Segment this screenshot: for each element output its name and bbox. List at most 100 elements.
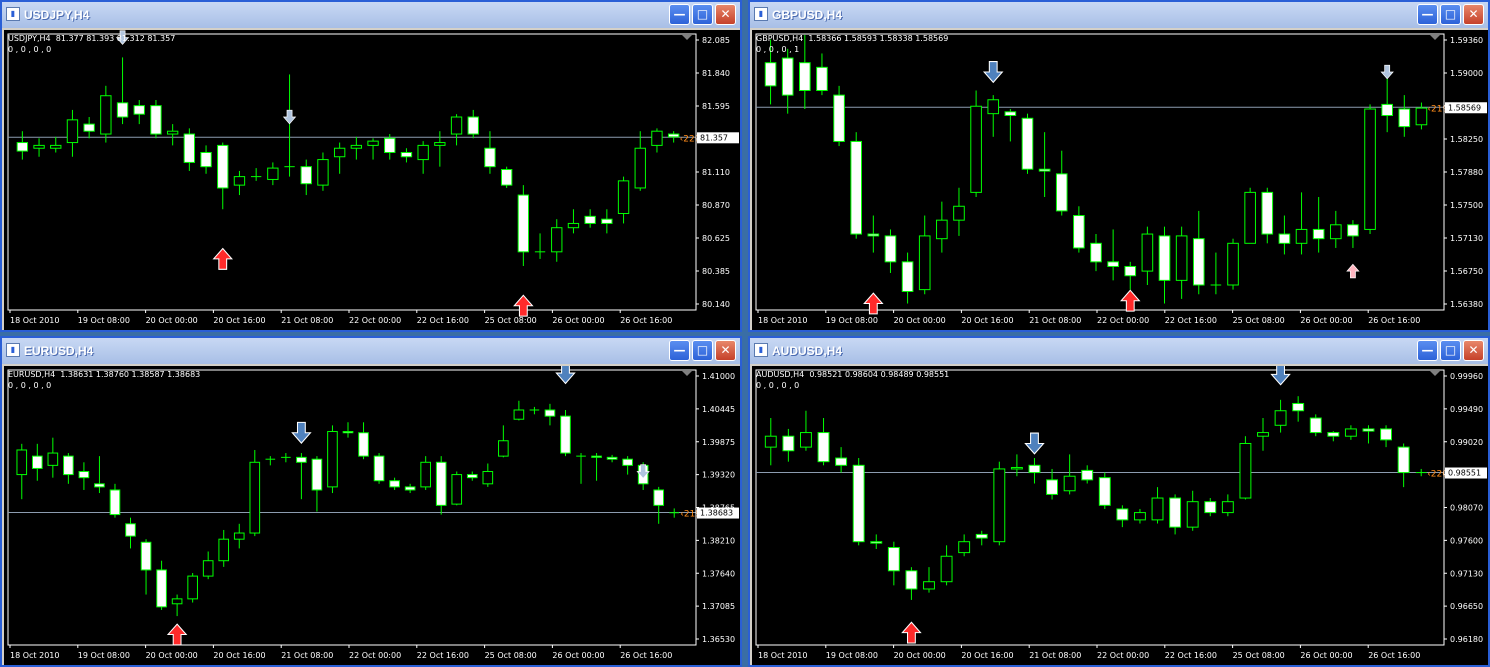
close-button[interactable]: ✕ [715, 340, 736, 361]
x-tick-label: 25 Oct 08:00 [1233, 651, 1285, 660]
candle [434, 131, 446, 167]
candle [936, 201, 948, 253]
candle [133, 99, 145, 125]
y-tick-label: 1.57880 [1450, 168, 1483, 177]
x-tick-label: 26 Oct 16:00 [1368, 316, 1420, 325]
chart-window-icon: ▮ [754, 343, 768, 357]
maximize-button[interactable]: □ [692, 340, 713, 361]
candle [669, 508, 680, 518]
candlestick-chart: ‹220:000.999600.994900.990200.985510.980… [755, 366, 1487, 660]
buy-signal-arrow [1120, 289, 1141, 312]
candle [850, 132, 863, 239]
window-titlebar[interactable]: ▮ EURUSD,H4 — □ ✕ [2, 338, 740, 364]
candlestick-chart: ‹220:0082.08581.84081.59581.35081.11080.… [7, 30, 739, 325]
buy-signal-arrow [901, 621, 922, 644]
close-button[interactable]: ✕ [715, 4, 736, 25]
x-tick-label: 22 Oct 16:00 [417, 316, 469, 325]
price-chart[interactable]: ‹220:0082.08581.84081.59581.35081.11080.… [4, 30, 740, 330]
candle [606, 454, 618, 463]
candle [870, 534, 883, 549]
x-tick-label: 22 Oct 16:00 [1165, 651, 1217, 660]
candle [367, 138, 379, 160]
x-tick-label: 26 Oct 16:00 [1368, 651, 1420, 660]
y-tick-label: 1.41000 [702, 372, 735, 381]
price-chart[interactable]: ‹219:591.410001.404451.398751.393201.387… [4, 366, 740, 665]
y-tick-label: 1.36530 [702, 635, 735, 644]
indicator-values-line: 0 , 0 , 0 , 1 [756, 45, 800, 54]
x-tick-label: 22 Oct 00:00 [349, 316, 401, 325]
candle [1381, 71, 1393, 133]
candle [884, 229, 897, 273]
shift-marker [682, 371, 692, 376]
minimize-button[interactable]: — [669, 4, 690, 25]
candle [1274, 399, 1287, 433]
y-tick-label: 1.59000 [1450, 69, 1483, 78]
indicator-values-line: 0 , 0 , 0 , 0 [8, 45, 52, 54]
candle [1151, 487, 1164, 524]
candle [156, 560, 167, 610]
close-button[interactable]: ✕ [1463, 340, 1484, 361]
x-tick-label: 19 Oct 08:00 [78, 316, 130, 325]
y-tick-label: 1.57500 [1450, 201, 1483, 210]
candle [567, 209, 580, 234]
close-button[interactable]: ✕ [1463, 4, 1484, 25]
candle [66, 109, 79, 157]
minimize-button[interactable]: — [1417, 340, 1438, 361]
sell-signal-arrow [982, 61, 1004, 84]
candle [63, 453, 74, 484]
window-title: GBPUSD,H4 [772, 8, 843, 22]
maximize-button[interactable]: □ [1440, 340, 1461, 361]
x-tick-label: 20 Oct 16:00 [961, 651, 1013, 660]
candle [284, 74, 295, 177]
plot-frame [7, 33, 697, 311]
candle [1398, 95, 1411, 137]
candle [435, 456, 447, 515]
x-tick-label: 25 Oct 08:00 [485, 316, 537, 325]
candle [1415, 468, 1427, 477]
window-titlebar[interactable]: ▮ USDJPY,H4 — □ ✕ [2, 2, 740, 28]
candle [799, 410, 812, 451]
y-tick-label: 0.96180 [1450, 635, 1483, 644]
x-tick-label: 22 Oct 00:00 [1097, 316, 1149, 325]
candle [317, 152, 329, 191]
x-tick-label: 18 Oct 2010 [758, 316, 807, 325]
candle [1028, 458, 1041, 484]
candle [517, 185, 530, 267]
chart-window-gbpusd[interactable]: ▮ GBPUSD,H4 — □ ✕ ‹219:591.593601.590001… [748, 0, 1490, 332]
x-tick-label: 25 Oct 08:00 [1233, 316, 1285, 325]
x-tick-label: 20 Oct 00:00 [146, 651, 198, 660]
sell-signal-arrow [1380, 64, 1394, 80]
candle [1244, 187, 1256, 244]
x-tick-label: 26 Oct 00:00 [1300, 651, 1352, 660]
candle [1257, 418, 1269, 451]
price-chart[interactable]: ‹220:000.999600.994900.990200.985510.980… [752, 366, 1488, 665]
x-tick-label: 26 Oct 00:00 [1300, 316, 1352, 325]
candle [16, 443, 28, 500]
candle [975, 530, 988, 546]
buy-signal-arrow [513, 294, 534, 317]
candle [1133, 508, 1146, 524]
chart-info: AUDUSD,H4 0.98521 0.98604 0.98489 0.9855… [756, 369, 949, 391]
candle [591, 453, 602, 481]
candle [249, 449, 261, 537]
x-tick-label: 26 Oct 16:00 [620, 651, 672, 660]
candle [1295, 192, 1308, 255]
maximize-button[interactable]: □ [692, 4, 713, 25]
x-tick-label: 22 Oct 16:00 [417, 651, 469, 660]
x-tick-label: 21 Oct 08:00 [281, 651, 333, 660]
price-chart[interactable]: ‹219:591.593601.590001.585691.582501.578… [752, 30, 1488, 330]
chart-window-audusd[interactable]: ▮ AUDUSD,H4 — □ ✕ ‹220:00 0.99960 0.99490 0… [748, 336, 1490, 667]
y-tick-label: 0.99490 [1450, 405, 1483, 414]
y-tick-label: 0.96650 [1450, 602, 1483, 611]
chart-info: EURUSD,H4 1.38631 1.38760 1.38587 1.3868… [8, 369, 200, 391]
candle [218, 529, 230, 567]
minimize-button[interactable]: — [669, 340, 690, 361]
window-titlebar[interactable]: ▮ GBPUSD,H4 — □ ✕ [750, 2, 1488, 28]
candle [482, 463, 494, 487]
chart-window-eurusd[interactable]: ▮ EURUSD,H4 — □ ✕ ‹219:591.410001.404451… [0, 336, 742, 667]
maximize-button[interactable]: □ [1440, 4, 1461, 25]
window-titlebar[interactable]: ▮ AUDUSD,H4 — □ ✕ [750, 338, 1488, 364]
candle [109, 483, 121, 518]
chart-window-usdjpy[interactable]: ▮ USDJPY,H4 — □ ✕ ‹220:0082.08581.84081.… [0, 0, 742, 332]
minimize-button[interactable]: — [1417, 4, 1438, 25]
